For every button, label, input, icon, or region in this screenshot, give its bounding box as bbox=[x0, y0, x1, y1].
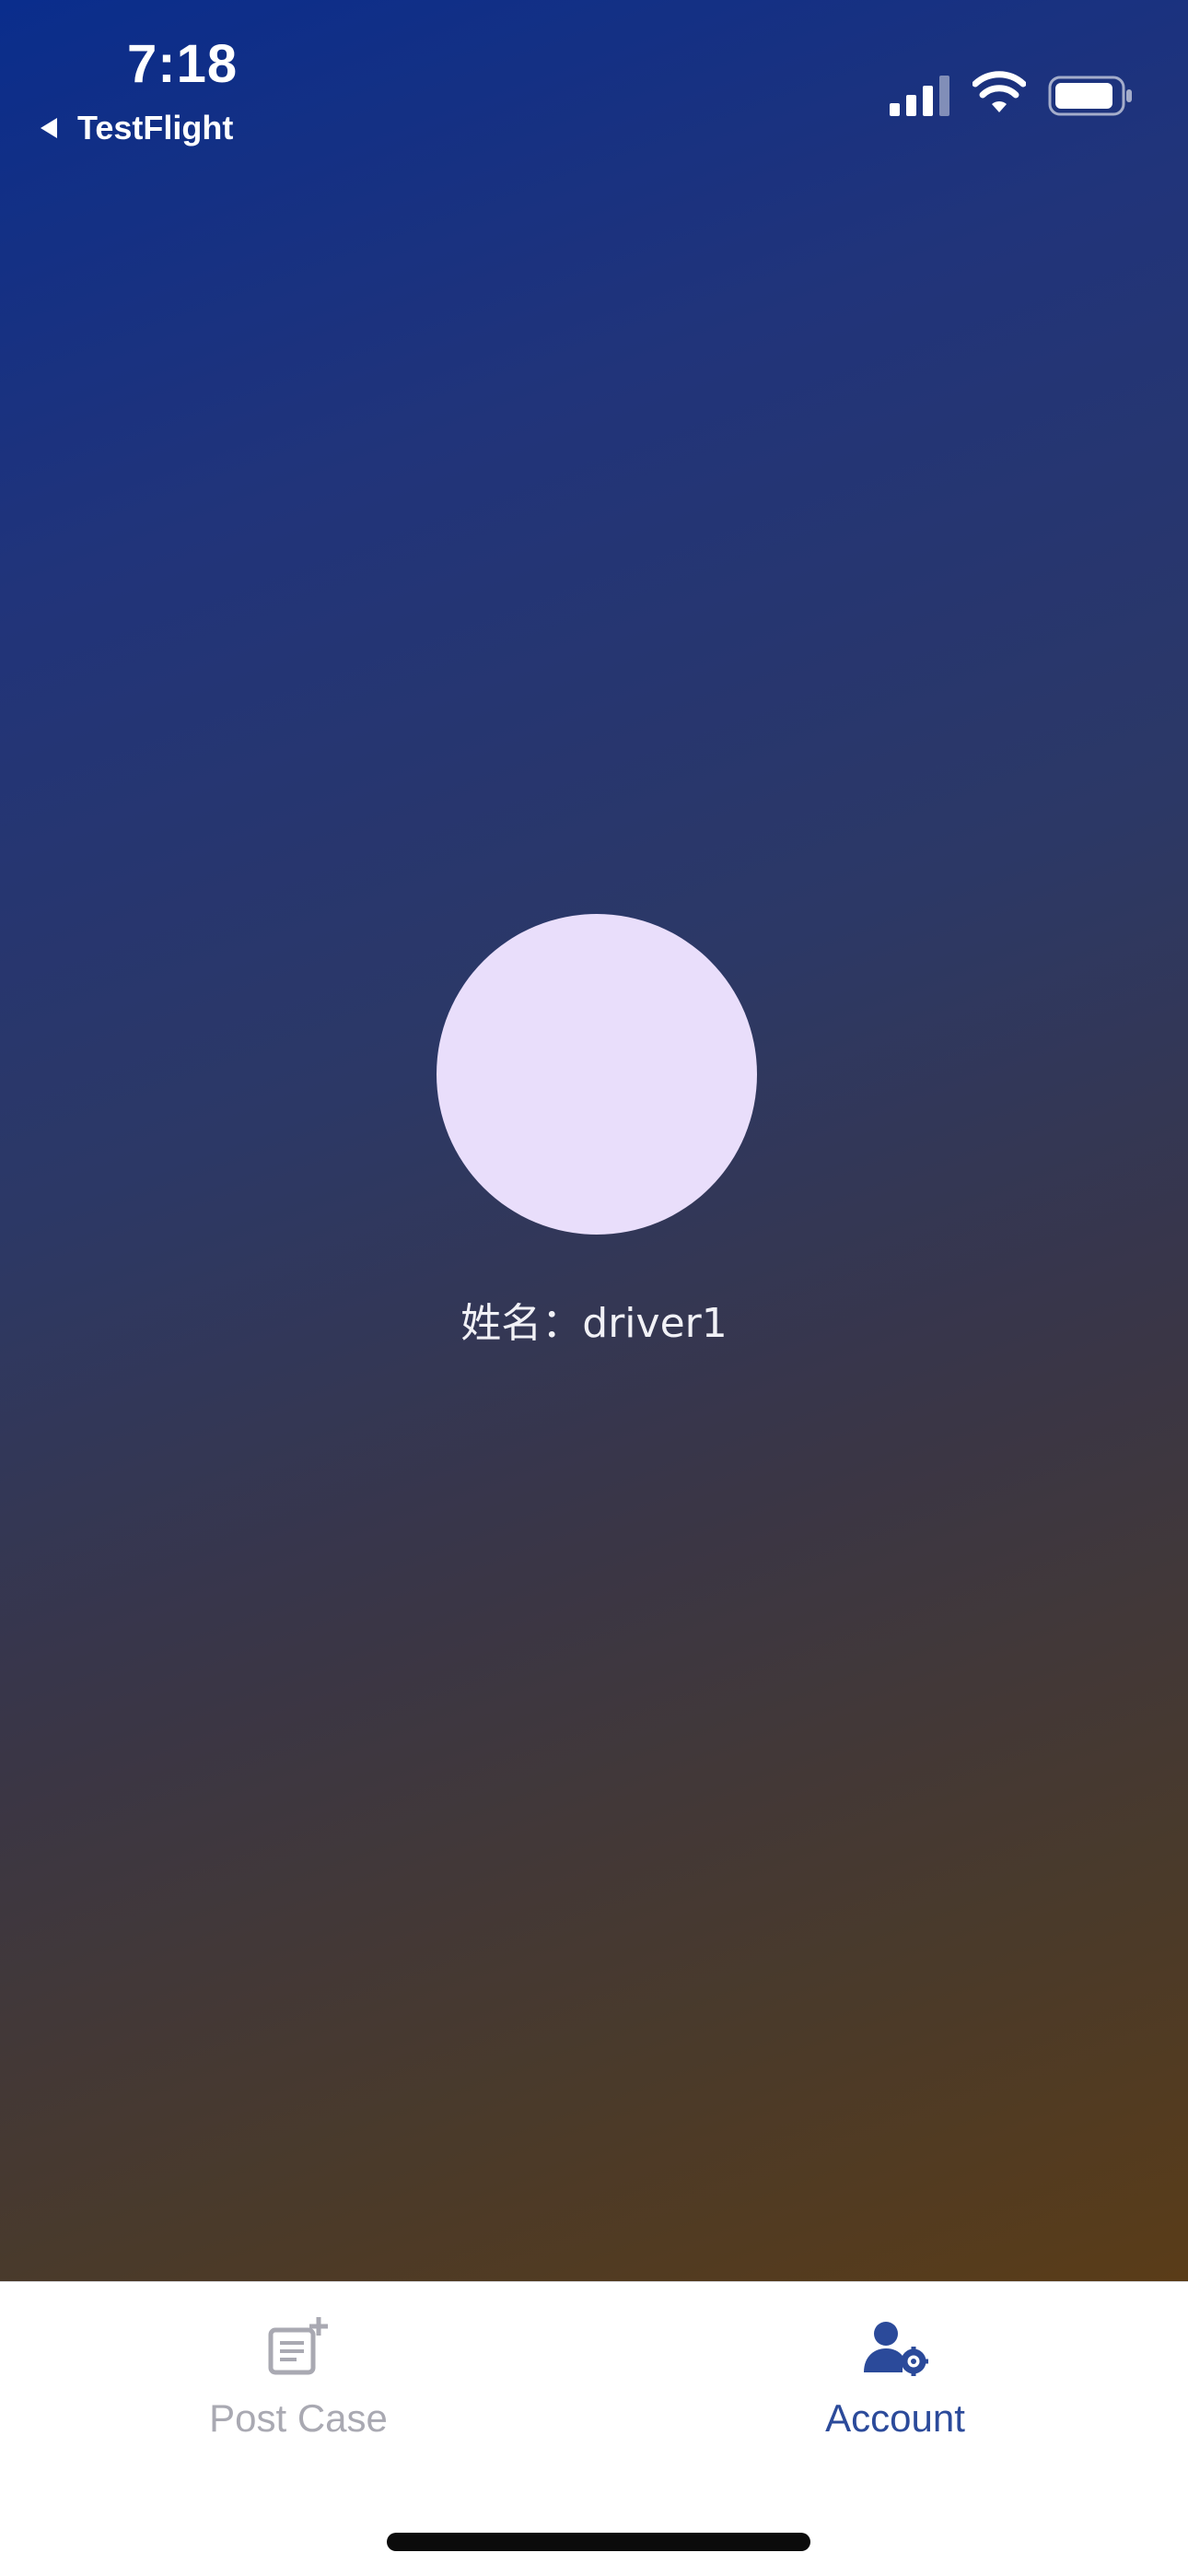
account-settings-icon bbox=[864, 2322, 928, 2376]
battery-icon bbox=[1048, 76, 1132, 116]
post-case-icon bbox=[268, 2317, 328, 2375]
tab-post-case-label: Post Case bbox=[209, 2396, 388, 2440]
tab-post-case[interactable]: Post Case bbox=[133, 2315, 464, 2441]
tab-bar: Post Case Account bbox=[0, 2281, 1188, 2576]
app-screen: 7:18 TestFlight 姓名：driver1 Post Case Acc… bbox=[0, 0, 1188, 2576]
tab-account[interactable]: Account bbox=[729, 2315, 1061, 2441]
user-name-label: 姓名：driver1 bbox=[460, 1300, 728, 1347]
wifi-icon bbox=[973, 71, 1026, 112]
avatar bbox=[437, 914, 757, 1235]
status-time: 7:18 bbox=[127, 34, 239, 94]
tab-account-label: Account bbox=[825, 2396, 965, 2440]
cellular-signal-icon bbox=[890, 76, 949, 116]
back-to-testflight-link[interactable]: TestFlight bbox=[41, 109, 233, 147]
back-app-label: TestFlight bbox=[77, 109, 234, 146]
home-indicator[interactable] bbox=[387, 2533, 810, 2551]
back-arrow-icon bbox=[41, 118, 57, 138]
